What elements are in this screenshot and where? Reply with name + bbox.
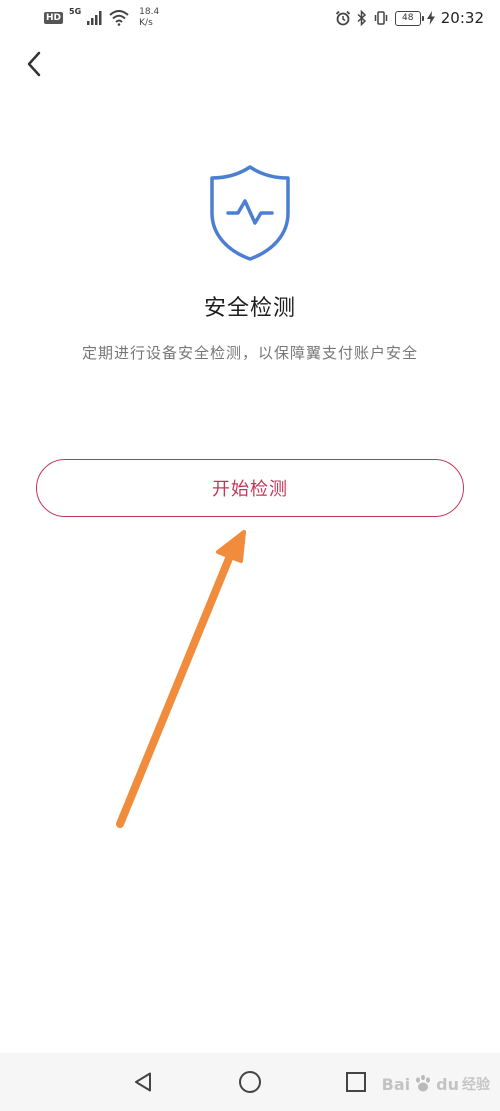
nav-back-button[interactable]	[131, 1070, 155, 1094]
back-button[interactable]	[16, 46, 52, 82]
signal-icon	[87, 11, 102, 25]
circle-home-icon	[239, 1071, 261, 1093]
baidu-watermark: Bai du 经验	[382, 1064, 490, 1104]
clock: 20:32	[440, 9, 484, 27]
page-title: 安全检测	[203, 296, 296, 321]
square-recent-icon	[346, 1072, 366, 1092]
status-bar: HD 5G 18.4 K/s 48 20:32	[0, 0, 500, 36]
paw-icon	[416, 1074, 431, 1092]
speed-unit: K/s	[139, 18, 153, 28]
alarm-icon	[335, 10, 350, 26]
chevron-left-icon	[27, 51, 41, 77]
shield-pulse-icon	[210, 165, 290, 261]
vibrate-icon	[374, 11, 388, 25]
watermark-brand-b: du	[436, 1074, 459, 1094]
nav-recent-button[interactable]	[344, 1070, 368, 1094]
watermark-brand-a: Bai	[381, 1074, 411, 1094]
charging-icon	[426, 11, 435, 25]
page-description: 定期进行设备安全检测，以保障翼支付账户安全	[81, 344, 418, 362]
status-right: 48 20:32	[335, 6, 484, 30]
watermark-suffix: 经验	[462, 1077, 490, 1093]
hd-badge: HD	[44, 12, 64, 24]
network-type: 5G	[69, 7, 82, 16]
start-check-button[interactable]: 开始检测	[36, 459, 464, 517]
triangle-back-icon	[135, 1072, 151, 1092]
bluetooth-icon	[357, 10, 366, 26]
start-check-button-label: 开始检测	[212, 479, 288, 500]
nav-home-button[interactable]	[238, 1070, 262, 1094]
speed-value: 18.4	[139, 7, 160, 17]
wifi-icon	[109, 10, 129, 26]
battery-indicator: 48	[394, 10, 424, 26]
status-left: HD 5G 18.4 K/s	[44, 6, 159, 30]
network-speed: 18.4 K/s	[139, 7, 159, 29]
